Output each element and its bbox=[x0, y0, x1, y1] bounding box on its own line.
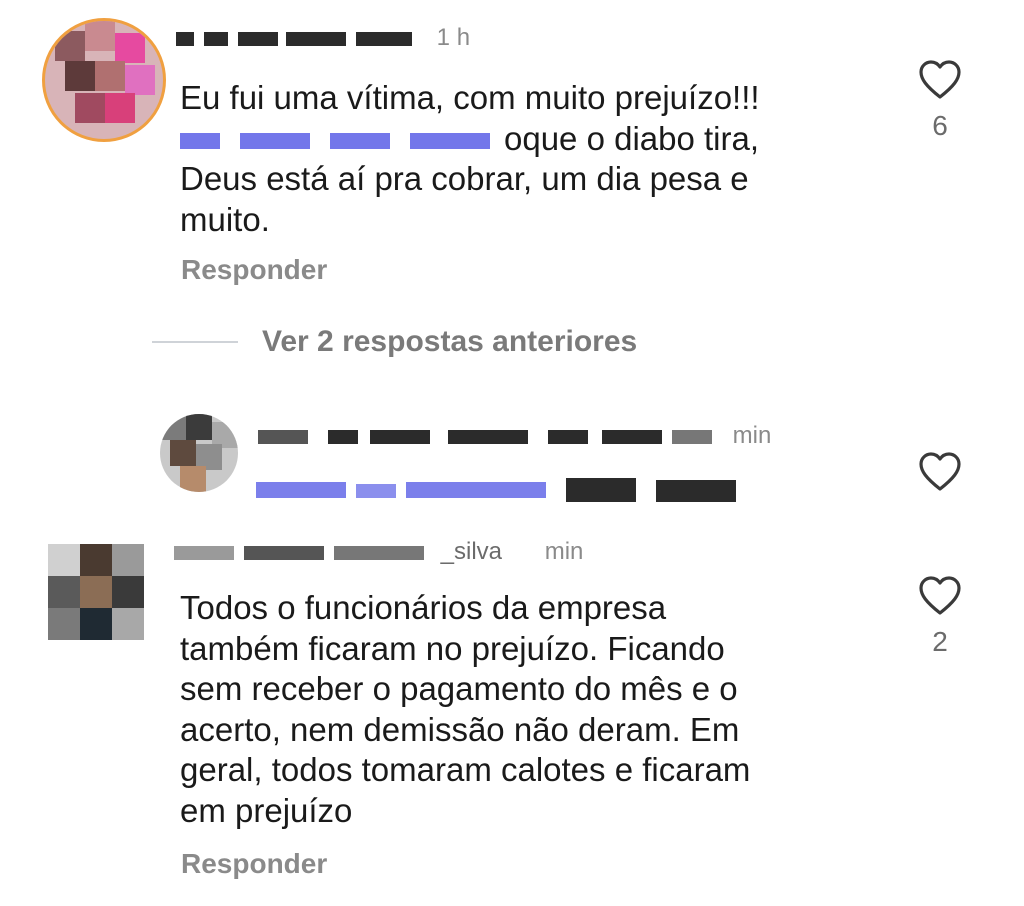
avatar[interactable] bbox=[160, 414, 238, 492]
comment-timestamp: min bbox=[544, 538, 584, 565]
comment-text-line: geral, todos tomaram calotes e ficaram bbox=[180, 751, 751, 788]
reply-button[interactable]: Responder bbox=[181, 848, 327, 880]
comment-text-line: também ficaram no prejuízo. Ficando bbox=[180, 629, 725, 667]
comment-text-line: acerto, nem demissão não deram. Em bbox=[180, 710, 740, 748]
like-count: 2 bbox=[932, 626, 948, 657]
comment-2: min bbox=[0, 400, 1024, 530]
username-redacted[interactable] bbox=[174, 545, 434, 560]
username-redacted[interactable] bbox=[176, 31, 416, 46]
comment-timestamp: min bbox=[732, 422, 772, 449]
comment-text-line: em prejuízo bbox=[180, 791, 353, 829]
comment-text-line: Todos o funcionários da empresa bbox=[180, 589, 667, 626]
comment-text-line: Eu fui uma vítima, com muito prejuízo!!! bbox=[180, 79, 760, 116]
like-button[interactable]: 6 bbox=[910, 60, 970, 142]
username-redacted[interactable] bbox=[258, 429, 718, 444]
comment-timestamp: 1 h bbox=[436, 24, 471, 51]
comment-1: 1 h Eu fui uma vítima, com muito prejuíz… bbox=[0, 0, 1024, 320]
like-button[interactable] bbox=[910, 452, 970, 492]
comment-meta: 1 h bbox=[176, 24, 470, 52]
like-count: 6 bbox=[932, 110, 948, 141]
comment-text: Todos o funcionários da empresa também f… bbox=[180, 588, 880, 831]
comment-text-redacted bbox=[256, 478, 746, 510]
heart-outline-icon bbox=[919, 60, 961, 99]
comment-text-line: muito. bbox=[180, 200, 270, 238]
comment-text-line: sem receber o pagamento do mês e o bbox=[180, 670, 738, 707]
avatar[interactable] bbox=[42, 18, 166, 142]
comment-text-line: Deus está aí pra cobrar, um dia pesa e bbox=[180, 160, 749, 197]
like-button[interactable]: 2 bbox=[910, 576, 970, 658]
username-fragment[interactable]: _silva bbox=[441, 538, 502, 565]
comment-3: _silva min Todos o funcionários da empre… bbox=[0, 530, 1024, 906]
view-replies-label: Ver 2 respostas anteriores bbox=[262, 325, 638, 358]
heart-outline-icon bbox=[919, 576, 961, 615]
comment-text: Eu fui uma vítima, com muito prejuízo!!!… bbox=[180, 78, 880, 240]
heart-outline-icon bbox=[919, 452, 961, 491]
reply-button[interactable]: Responder bbox=[181, 254, 327, 286]
view-previous-replies-button[interactable]: Ver 2 respostas anteriores bbox=[152, 322, 637, 362]
avatar[interactable] bbox=[48, 544, 144, 640]
mention-redacted[interactable] bbox=[180, 132, 498, 149]
divider bbox=[152, 341, 238, 343]
comment-meta: _silva min bbox=[174, 538, 583, 566]
comment-text-line: oque o diabo tira, bbox=[180, 119, 880, 160]
comment-meta: min bbox=[258, 422, 771, 450]
